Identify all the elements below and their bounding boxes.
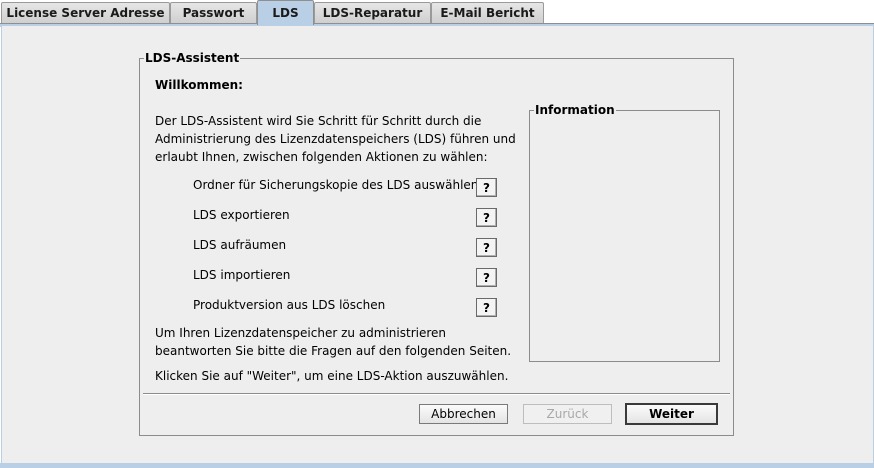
back-button[interactable]: Zurück (523, 404, 612, 424)
action-label-import: LDS importieren (193, 268, 291, 282)
tab-lds-reparatur[interactable]: LDS-Reparatur (314, 2, 431, 23)
tab-passwort[interactable]: Passwort (170, 2, 257, 23)
action-label-cleanup: LDS aufräumen (193, 238, 287, 252)
tab-license-server-adresse[interactable]: License Server Adresse (1, 2, 170, 23)
help-button-backup-folder[interactable]: ? (476, 178, 497, 197)
tab-bar: License Server Adresse Passwort LDS LDS-… (0, 0, 874, 27)
panel-bottom-edge (0, 463, 874, 468)
intro-text: Der LDS-Assistent wird Sie Schritt für S… (155, 114, 516, 164)
next-button[interactable]: Weiter (625, 403, 718, 425)
tab-lds[interactable]: LDS (257, 0, 314, 25)
cancel-button[interactable]: Abbrechen (419, 404, 508, 424)
welcome-heading: Willkommen: (155, 78, 243, 92)
help-button-cleanup[interactable]: ? (476, 238, 497, 257)
next-hint-text: Klicken Sie auf "Weiter", um eine LDS-Ak… (155, 369, 509, 383)
action-label-delete-version: Produktversion aus LDS löschen (193, 298, 386, 312)
information-box (529, 110, 720, 362)
tab-bar-border (0, 23, 874, 24)
group-title: LDS-Assistent (144, 51, 241, 65)
outro-text: Um Ihren Lizenzdatenspeicher zu administ… (155, 326, 512, 358)
help-button-import[interactable]: ? (476, 268, 497, 287)
help-button-delete-version[interactable]: ? (476, 298, 497, 317)
information-title: Information (534, 103, 616, 117)
help-button-export[interactable]: ? (476, 208, 497, 227)
tab-email-bericht[interactable]: E-Mail Bericht (431, 2, 544, 23)
button-separator-highlight (143, 394, 730, 395)
action-label-backup-folder: Ordner für Sicherungskopie des LDS auswä… (193, 178, 479, 192)
action-label-export: LDS exportieren (193, 208, 290, 222)
